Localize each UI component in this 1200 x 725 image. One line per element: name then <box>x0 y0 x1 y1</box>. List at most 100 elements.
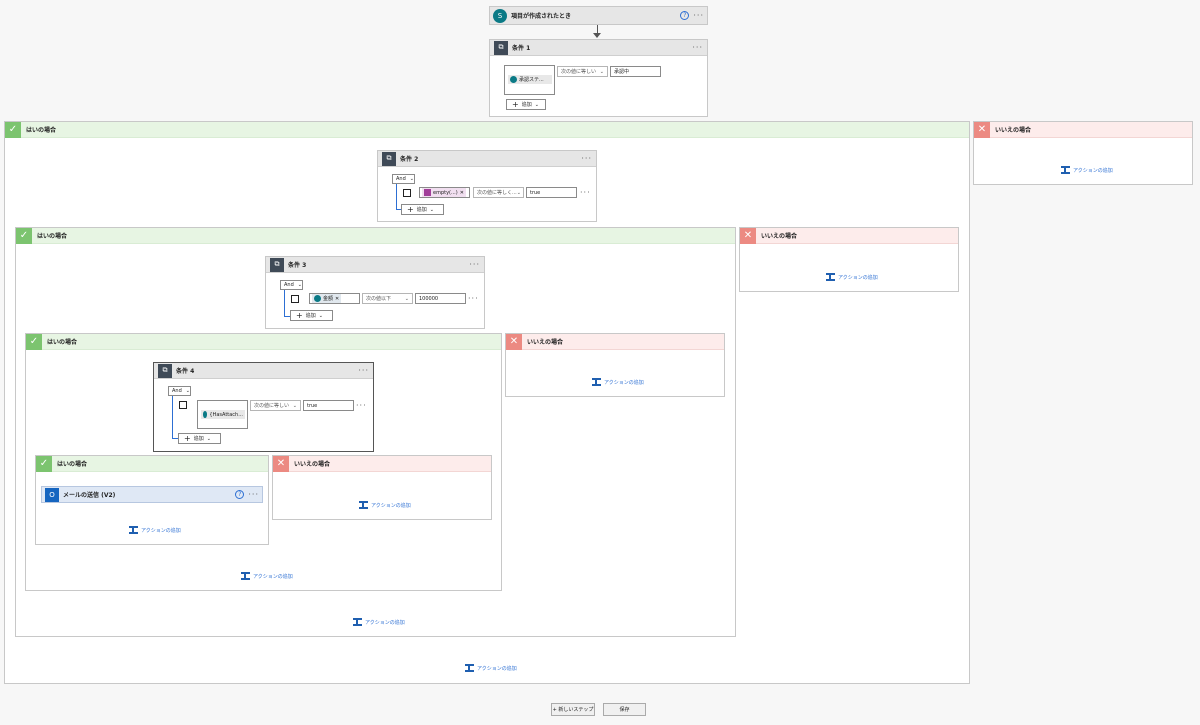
add-action-button[interactable]: アクションの追加 <box>353 618 405 626</box>
operator-label: 次の値に等しい <box>561 69 597 75</box>
condition-3-token-field[interactable]: 金額 ✕ <box>309 293 360 304</box>
condition-1-value[interactable]: 承認中 <box>610 66 661 77</box>
condition-2-add-button[interactable]: + 追加 ⌄ <box>401 204 444 215</box>
check-icon: ✓ <box>5 121 21 138</box>
chevron-down-icon: ⌄ <box>292 402 297 409</box>
condition-1-token-box[interactable]: 承認ステ... <box>504 65 555 95</box>
add-action-button[interactable]: アクションの追加 <box>241 572 293 580</box>
condition-2-card[interactable]: ⧉ 条件 2 ··· And ⌄ empty(...) ✕ 次の値に等しく... ⌄ tr… <box>377 150 597 222</box>
condition-4-title: 条件 4 <box>176 368 195 375</box>
add-label: 追加 <box>521 102 532 108</box>
add-action-label: アクションの追加 <box>477 665 517 672</box>
value-label: 承認中 <box>614 69 630 75</box>
and-label: And <box>284 282 294 288</box>
condition-2-token-field[interactable]: empty(...) ✕ <box>419 187 470 198</box>
check-icon: ✓ <box>26 333 42 350</box>
add-action-icon <box>826 273 835 281</box>
save-label: 保存 <box>619 707 630 713</box>
trigger-card[interactable]: S 項目が作成されたとき ? ··· <box>489 6 708 25</box>
more-options-icon[interactable]: ··· <box>469 260 480 269</box>
chevron-down-icon: ⌄ <box>409 176 414 182</box>
more-options-icon[interactable]: ··· <box>693 11 704 20</box>
branch-label: はいの場合 <box>26 127 57 134</box>
add-action-icon <box>465 664 474 672</box>
add-action-button[interactable]: アクションの追加 <box>1061 166 1113 174</box>
row-checkbox[interactable] <box>403 189 411 197</box>
and-selector[interactable]: And ⌄ <box>392 174 415 184</box>
more-options-icon[interactable]: ··· <box>692 43 703 52</box>
add-action-label: アクションの追加 <box>365 619 405 626</box>
row-checkbox[interactable] <box>291 295 299 303</box>
add-action-icon <box>592 378 601 386</box>
condition-4-card[interactable]: ⧉ 条件 4 ··· And ⌄ {HasAttach... 次の値に等しい ⌄ tru… <box>153 362 374 452</box>
add-action-button[interactable]: アクションの追加 <box>826 273 878 281</box>
sharepoint-icon <box>510 76 517 83</box>
send-mail-action[interactable]: O メールの送信 (V2) ? ··· <box>41 486 263 503</box>
branch-label: いいえの場合 <box>761 233 798 240</box>
condition-1-add-button[interactable]: + 追加 ⌄ <box>506 99 546 110</box>
sharepoint-icon <box>203 411 208 418</box>
branch-label: はいの場合 <box>57 461 88 468</box>
branch-label: はいの場合 <box>37 233 68 240</box>
condition-4-add-button[interactable]: + 追加 ⌄ <box>178 433 221 444</box>
condition-3-operator[interactable]: 次の値以下 ⌄ <box>362 293 413 304</box>
more-options-icon[interactable]: ··· <box>581 154 592 163</box>
no-branch-1: ✕ いいえの場合 アクションの追加 <box>973 121 1193 185</box>
value-label: true <box>530 189 541 196</box>
arrow-down-icon <box>593 33 601 38</box>
save-button[interactable]: 保存 <box>603 703 646 716</box>
and-label: And <box>396 176 406 182</box>
add-action-icon <box>129 526 138 534</box>
close-icon: ✕ <box>506 333 522 350</box>
add-action-button[interactable]: アクションの追加 <box>129 526 181 534</box>
no-branch-3: ✕ いいえの場合 アクションの追加 <box>505 333 725 397</box>
value-label: 100000 <box>419 295 439 302</box>
no-branch-4: ✕ いいえの場合 アクションの追加 <box>272 455 492 520</box>
tree-line <box>396 184 397 210</box>
new-step-button[interactable]: + 新しいステップ <box>551 703 595 716</box>
sharepoint-icon: S <box>493 8 507 23</box>
outlook-icon: O <box>45 487 59 502</box>
and-selector[interactable]: And ⌄ <box>280 280 303 290</box>
check-icon: ✓ <box>16 227 32 244</box>
row-more-icon[interactable]: ··· <box>356 401 367 410</box>
more-options-icon[interactable]: ··· <box>248 490 259 499</box>
plus-icon: + <box>512 100 519 109</box>
value-label: true <box>307 402 318 409</box>
add-action-icon <box>353 618 362 626</box>
add-action-label: アクションの追加 <box>1073 167 1113 174</box>
add-action-icon <box>241 572 250 580</box>
condition-2-value[interactable]: true <box>526 187 577 198</box>
condition-4-value[interactable]: true <box>303 400 354 411</box>
row-checkbox[interactable] <box>179 401 187 409</box>
yes-branch-4: ✓ はいの場合 O メールの送信 (V2) ? ··· アクションの追加 <box>35 455 269 545</box>
condition-4-token-box[interactable]: {HasAttach... <box>197 400 248 429</box>
condition-1-operator[interactable]: 次の値に等しい ⌄ <box>557 66 608 77</box>
plus-icon: + <box>296 311 303 320</box>
condition-2-operator[interactable]: 次の値に等しく... ⌄ <box>473 187 524 198</box>
more-options-icon[interactable]: ··· <box>358 366 369 375</box>
add-action-button[interactable]: アクションの追加 <box>592 378 644 386</box>
condition-3-value[interactable]: 100000 <box>415 293 466 304</box>
condition-2-title: 条件 2 <box>400 156 419 163</box>
plus-icon: + <box>184 434 191 443</box>
tree-line <box>284 290 285 317</box>
condition-1-card[interactable]: ⧉ 条件 1 ··· 承認ステ... 次の値に等しい ⌄ 承認中 + 追加 ⌄ <box>489 39 708 117</box>
add-action-button[interactable]: アクションの追加 <box>465 664 517 672</box>
condition-4-token: {HasAttach... <box>209 411 243 418</box>
help-icon[interactable]: ? <box>235 490 245 499</box>
condition-3-card[interactable]: ⧉ 条件 3 ··· And ⌄ 金額 ✕ 次の値以下 ⌄ 100000 ··· + 追加 ⌄ <box>265 256 485 329</box>
row-more-icon[interactable]: ··· <box>580 188 591 197</box>
condition-2-token: empty(...) <box>433 189 458 196</box>
close-icon[interactable]: ✕ <box>460 190 464 196</box>
condition-3-add-button[interactable]: + 追加 ⌄ <box>290 310 333 321</box>
condition-1-title: 条件 1 <box>512 45 531 52</box>
add-action-button[interactable]: アクションの追加 <box>359 501 411 509</box>
close-icon[interactable]: ✕ <box>335 296 339 302</box>
condition-3-title: 条件 3 <box>288 262 307 269</box>
and-selector[interactable]: And ⌄ <box>168 386 191 396</box>
condition-3-token: 金額 <box>323 296 334 302</box>
condition-4-operator[interactable]: 次の値に等しい ⌄ <box>250 400 301 411</box>
row-more-icon[interactable]: ··· <box>468 294 479 303</box>
help-icon[interactable]: ? <box>680 11 690 20</box>
